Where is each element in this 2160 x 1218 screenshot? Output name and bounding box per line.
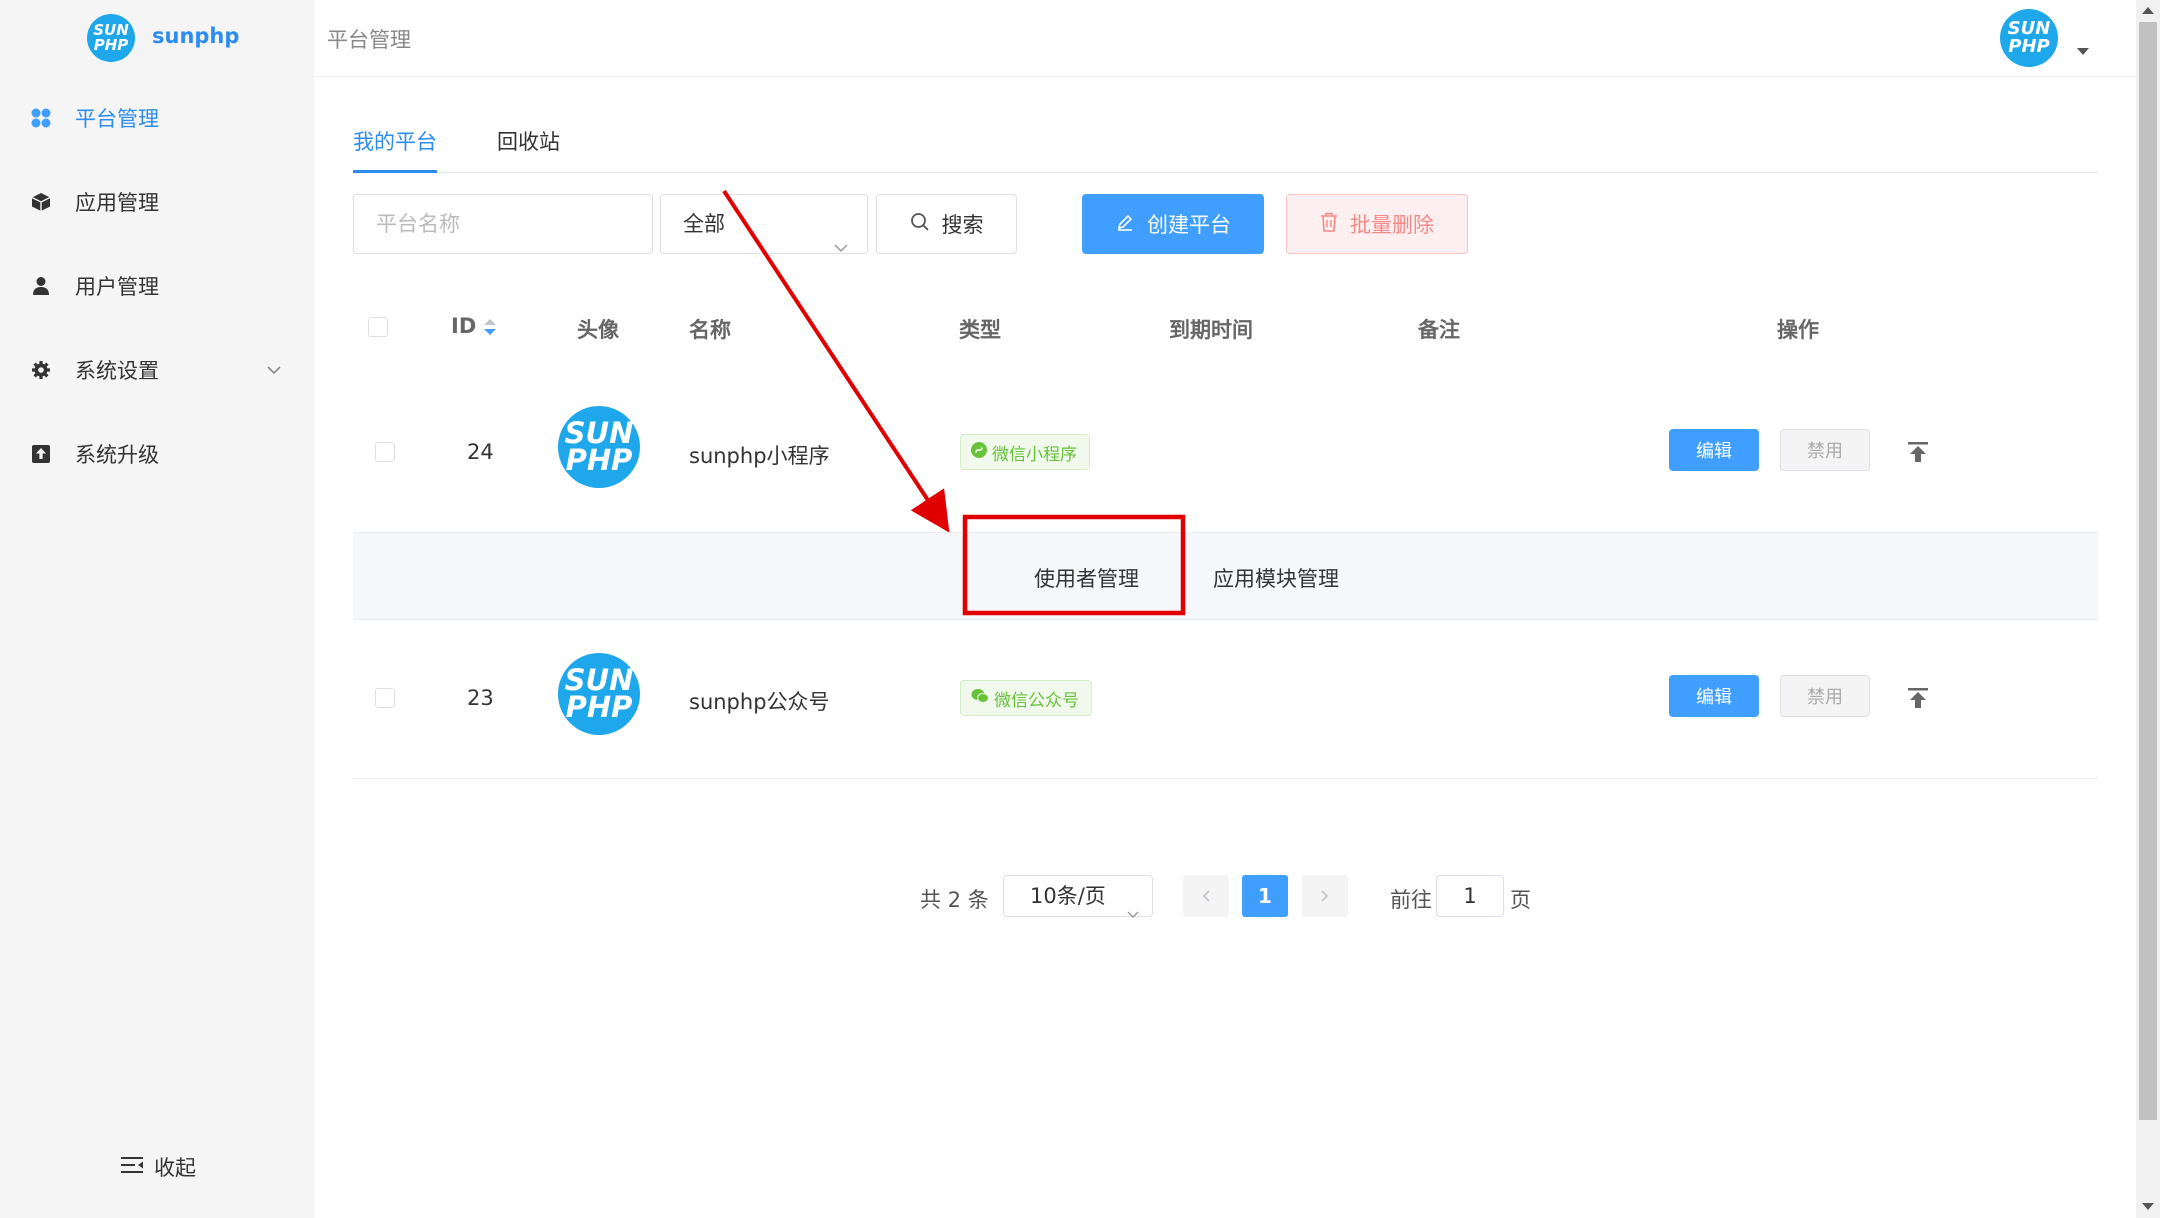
column-id[interactable]: ID (451, 314, 476, 338)
column-name: 名称 (689, 318, 731, 342)
prev-page-button[interactable] (1183, 875, 1229, 917)
sidebar-item-label: 平台管理 (75, 107, 159, 131)
cube-icon (30, 191, 52, 213)
brand-logo: SUN PHP (87, 14, 135, 62)
brand: SUN PHP sunphp (0, 0, 314, 76)
current-page[interactable]: 1 (1242, 875, 1288, 917)
type-tag: 微信公众号 (960, 680, 1092, 716)
table-bottom-border (353, 778, 2098, 779)
edit-pen-icon (1115, 212, 1135, 237)
chevron-left-icon (1202, 890, 1210, 902)
collapse-button[interactable]: 收起 (120, 1152, 196, 1182)
edit-button[interactable]: 编辑 (1669, 429, 1759, 471)
search-label: 搜索 (941, 213, 984, 237)
page-size-select[interactable]: 10条/页 (1003, 875, 1153, 918)
scroll-down-icon[interactable] (2142, 1203, 2154, 1210)
brand-name: sunphp (152, 24, 240, 48)
user-avatar[interactable]: SUN PHP (2000, 9, 2058, 67)
mini-program-icon (971, 441, 987, 463)
row-name: sunphp小程序 (689, 444, 830, 468)
wechat-icon (971, 688, 989, 709)
tab-recycle-bin[interactable]: 回收站 (497, 124, 560, 172)
batch-delete-label: 批量删除 (1350, 213, 1434, 237)
sidebar-item-upgrade[interactable]: 系统升级 (0, 424, 314, 484)
search-icon (910, 212, 930, 237)
pagination-total: 共 2 条 (920, 888, 989, 912)
chevron-right-icon (1321, 890, 1329, 902)
sidebar-item-users[interactable]: 用户管理 (0, 256, 314, 316)
edit-button[interactable]: 编辑 (1669, 675, 1759, 717)
breadcrumb: 平台管理 (327, 28, 411, 52)
column-avatar: 头像 (577, 318, 619, 342)
grid-icon (30, 107, 52, 129)
next-page-button[interactable] (1302, 875, 1348, 917)
sort-icon[interactable] (482, 317, 498, 341)
column-expire: 到期时间 (1169, 318, 1253, 342)
top-header: 平台管理 SUN PHP (314, 0, 2136, 77)
scroll-up-icon[interactable] (2142, 7, 2154, 14)
avatar: SUN PHP (558, 406, 640, 488)
sidebar: SUN PHP sunphp 平台管理 应用管理 用户管理 系统设置 系统升级 … (0, 0, 314, 1218)
platform-name-input[interactable]: 平台名称 (353, 194, 653, 254)
row-checkbox[interactable] (375, 442, 395, 462)
user-icon (30, 275, 52, 297)
tab-bar: 我的平台 回收站 (353, 124, 2098, 173)
platform-type-select[interactable]: 全部 (660, 194, 868, 254)
trash-icon (1320, 212, 1338, 237)
sidebar-item-settings[interactable]: 系统设置 (0, 340, 314, 400)
sidebar-item-label: 系统设置 (75, 359, 159, 383)
row-checkbox[interactable] (375, 688, 395, 708)
disable-button[interactable]: 禁用 (1780, 675, 1870, 717)
column-actions: 操作 (1777, 318, 1819, 342)
goto-label: 前往 (1390, 888, 1432, 912)
avatar: SUN PHP (558, 653, 640, 735)
tab-my-platforms[interactable]: 我的平台 (353, 124, 437, 173)
sidebar-item-platform[interactable]: 平台管理 (0, 88, 314, 148)
menu-fold-icon (120, 1155, 144, 1180)
select-all-checkbox[interactable] (368, 317, 388, 337)
sidebar-item-apps[interactable]: 应用管理 (0, 172, 314, 232)
create-platform-button[interactable]: 创建平台 (1082, 194, 1264, 254)
row-id: 24 (467, 440, 494, 464)
caret-down-icon[interactable] (2077, 48, 2089, 55)
sidebar-item-label: 系统升级 (75, 443, 159, 467)
row-name: sunphp公众号 (689, 690, 830, 714)
collapse-label: 收起 (154, 1156, 196, 1180)
page-suffix: 页 (1510, 888, 1531, 912)
chevron-down-icon (1126, 892, 1140, 932)
scrollbar-thumb[interactable] (2139, 22, 2157, 1120)
pin-top-icon[interactable] (1907, 687, 1929, 713)
vertical-scrollbar[interactable] (2136, 0, 2160, 1218)
user-management-link[interactable]: 使用者管理 (1034, 563, 1139, 593)
column-note: 备注 (1418, 318, 1460, 342)
goto-page-input[interactable]: 1 (1436, 875, 1504, 917)
chevron-down-icon (266, 360, 282, 379)
expanded-row: 使用者管理 应用模块管理 (353, 532, 2098, 620)
sidebar-item-label: 应用管理 (75, 191, 159, 215)
search-button[interactable]: 搜索 (876, 194, 1017, 254)
chevron-down-icon (833, 217, 849, 275)
disable-button[interactable]: 禁用 (1780, 429, 1870, 471)
row-id: 23 (467, 686, 494, 710)
module-management-link[interactable]: 应用模块管理 (1213, 563, 1339, 593)
sidebar-item-label: 用户管理 (75, 275, 159, 299)
create-label: 创建平台 (1147, 213, 1231, 237)
type-tag: 微信小程序 (960, 434, 1090, 470)
pin-top-icon[interactable] (1907, 441, 1929, 467)
batch-delete-button[interactable]: 批量删除 (1286, 194, 1468, 254)
column-type: 类型 (959, 318, 1001, 342)
upload-icon (30, 443, 52, 465)
select-value: 全部 (683, 212, 725, 236)
gear-icon (30, 359, 52, 381)
